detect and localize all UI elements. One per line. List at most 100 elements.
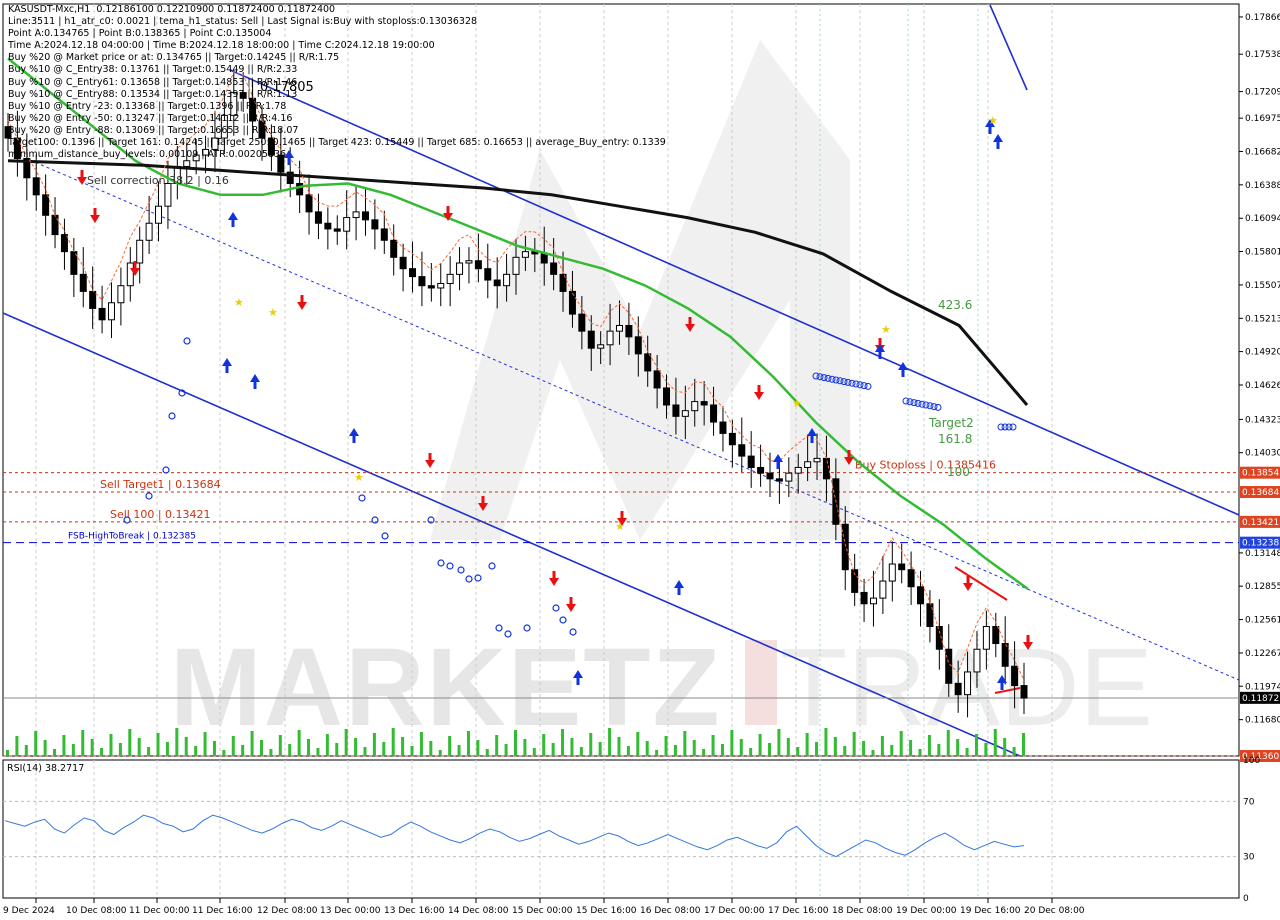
volume-bar xyxy=(419,732,423,756)
candle-body xyxy=(785,472,793,482)
volume-bar xyxy=(250,731,254,756)
candle-body xyxy=(625,324,633,338)
candle-body xyxy=(540,253,548,264)
candle-body xyxy=(183,160,191,167)
volume-bar xyxy=(899,731,903,756)
volume-bar xyxy=(476,740,480,756)
x-tick-label: 19 Dec 16:00 xyxy=(960,906,1021,916)
candle-body xyxy=(587,330,595,349)
volume-bar xyxy=(974,734,978,756)
candle-body xyxy=(409,268,417,278)
y-tick-label: 0.11680 xyxy=(1245,716,1280,726)
volume-bar xyxy=(194,746,198,756)
y-tick-label: 0.17209 xyxy=(1245,88,1280,98)
candle-body xyxy=(1001,643,1009,667)
x-tick-label: 9 Dec 2024 xyxy=(3,906,55,916)
volume-bar xyxy=(53,749,57,756)
volume-bar xyxy=(683,731,687,756)
volume-bar xyxy=(354,738,358,756)
watermark-text: MARKETZ xyxy=(170,626,722,749)
volume-bar xyxy=(165,742,169,756)
volume-bar xyxy=(410,746,414,756)
candle-body xyxy=(427,285,435,289)
volume-bar xyxy=(645,741,649,756)
volume-bar xyxy=(692,740,696,756)
y-tick-label: 0.12267 xyxy=(1245,649,1280,659)
candle-body xyxy=(1020,685,1028,699)
y-tick-label: 0.14920 xyxy=(1245,348,1280,358)
volume-bar xyxy=(401,737,405,756)
y-tick-label: 0.16094 xyxy=(1245,214,1280,224)
candle-body xyxy=(568,290,576,315)
volume-bar xyxy=(815,742,819,756)
candle-body xyxy=(578,313,586,332)
price-badge-label: 0.13684 xyxy=(1242,488,1279,498)
candle-body xyxy=(663,387,671,406)
candle-body xyxy=(296,182,304,196)
candle-body xyxy=(615,324,623,332)
info-line: Point A:0.134765 | Point B:0.138365 | Po… xyxy=(8,28,272,40)
y-tick-label: 0.16682 xyxy=(1245,147,1280,157)
info-line: Buy %20 @ Market price or at: 0.134765 |… xyxy=(8,52,340,64)
annotation-label: 161.8 xyxy=(938,432,972,446)
volume-bar xyxy=(608,728,612,756)
volume-bar xyxy=(909,740,913,756)
volume-bar xyxy=(335,743,339,756)
volume-bar xyxy=(636,732,640,756)
candle-body xyxy=(888,563,896,582)
volume-bar xyxy=(100,748,104,756)
candle-body xyxy=(521,251,529,258)
x-tick-label: 11 Dec 16:00 xyxy=(192,906,253,916)
volume-bar xyxy=(862,741,866,756)
candle-body xyxy=(42,194,50,216)
info-line: Buy %10 @ C_Entry88: 0.13534 || Target:0… xyxy=(8,88,298,100)
level-label: Sell Target1 | 0.13684 xyxy=(100,478,221,491)
volume-bar xyxy=(956,739,960,756)
y-tick-label: 0.12561 xyxy=(1245,616,1280,626)
level-label: FSB-HighToBreak | 0.132385 xyxy=(68,532,196,542)
y-tick-label: 0.16388 xyxy=(1245,181,1280,191)
y-tick-label: 0.11974 xyxy=(1245,682,1280,692)
info-line: Buy %10 @ Entry -23: 0.13368 || Target:0… xyxy=(8,100,287,112)
info-line: Target100: 0.1396 || Target 161: 0.14245… xyxy=(8,137,666,149)
volume-bar xyxy=(579,747,583,756)
info-line: Buy %10 @ C_Entry38: 0.13761 || Target:0… xyxy=(8,64,298,76)
volume-bar xyxy=(786,738,790,756)
x-tick-label: 19 Dec 00:00 xyxy=(896,906,957,916)
volume-bar xyxy=(918,749,922,756)
candle-body xyxy=(305,194,313,213)
volume-bar xyxy=(118,743,122,756)
volume-bar xyxy=(824,728,828,756)
info-line: Line:3511 | h1_atr_c0: 0.0021 | tema_h1_… xyxy=(8,16,478,28)
candle-body xyxy=(644,353,652,372)
candle-body xyxy=(399,256,407,270)
volume-bar xyxy=(391,728,395,756)
volume-bar xyxy=(720,744,724,756)
volume-bar xyxy=(777,729,781,756)
volume-bar xyxy=(833,737,837,756)
x-tick-label: 13 Dec 00:00 xyxy=(320,906,381,916)
price-badge-label: 0.13421 xyxy=(1242,518,1279,528)
candle-body xyxy=(719,421,727,434)
volume-bar xyxy=(890,745,894,756)
info-line: KASUSDT-Mxc,H1 0.12186100 0.12210900 0.1… xyxy=(8,4,336,15)
info-line: Time A:2024.12.18 04:00:00 | Time B:2024… xyxy=(8,40,435,52)
volume-bar xyxy=(485,749,489,756)
candle-body xyxy=(804,461,812,468)
price-badge-label: 0.11872 xyxy=(1242,694,1279,704)
candle-body xyxy=(757,466,765,474)
price-badge-label: 0.13854 xyxy=(1242,469,1279,479)
candle-body xyxy=(333,228,341,232)
y-tick-label: 0.16975 xyxy=(1245,114,1280,124)
volume-bar xyxy=(184,737,188,756)
x-tick-label: 11 Dec 00:00 xyxy=(129,906,190,916)
volume-bar xyxy=(448,736,452,756)
info-line: minimum_distance_buy_levels: 0.00109 | A… xyxy=(8,149,287,161)
volume-bar xyxy=(796,747,800,756)
x-tick-label: 17 Dec 16:00 xyxy=(768,906,829,916)
candle-body xyxy=(107,302,115,321)
annotation-label: 423.6 xyxy=(938,298,972,312)
volume-bar xyxy=(561,729,565,756)
volume-bar xyxy=(90,739,94,756)
candle-body xyxy=(841,523,849,571)
